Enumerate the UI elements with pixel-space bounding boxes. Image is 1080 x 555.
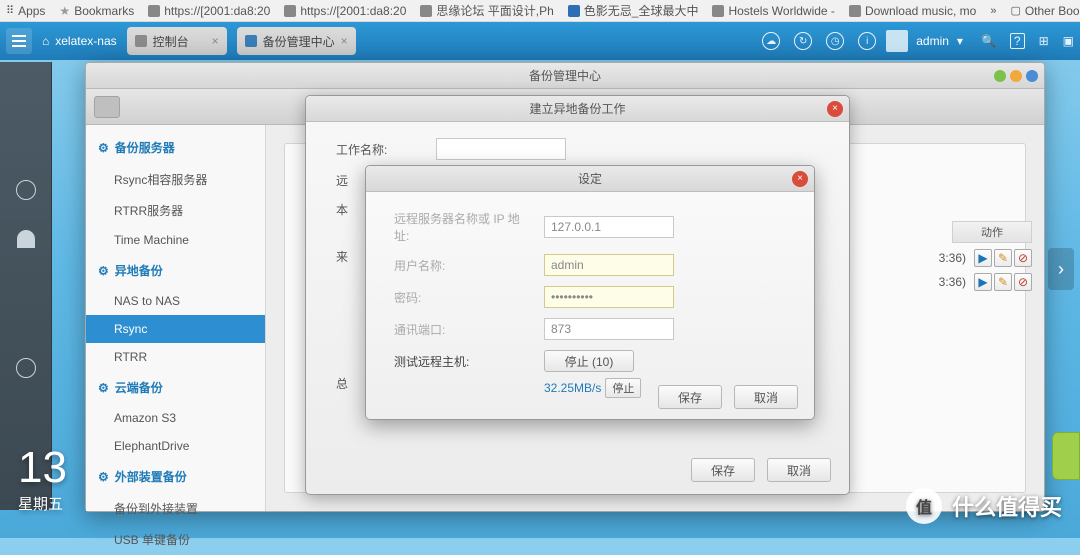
row-time: 3:36) [939,251,966,265]
settings-dialog: 设定 × 远程服务器名称或 IP 地址: 用户名称: 密码: 通讯端口: 测试远… [365,165,815,420]
apps-button[interactable]: ⠿ Apps [6,4,45,18]
edit-button[interactable]: ✎ [994,273,1012,291]
user-menu[interactable]: admin▾ [886,30,963,52]
stop-test-button[interactable]: 停止 (10) [544,350,634,372]
password-label: 密码: [394,289,534,306]
avatar [886,30,908,52]
dock-user-icon[interactable] [17,230,35,248]
help-icon[interactable]: ? [1010,33,1025,49]
sidebar-item-time-machine[interactable]: Time Machine [86,226,265,254]
close-icon[interactable]: × [341,34,348,48]
sidebar-group-external[interactable]: ⚙外部装置备份 [86,460,265,493]
close-icon[interactable]: × [212,34,219,48]
hostname[interactable]: ⌂ xelatex-nas [42,34,117,48]
browser-bookmark-bar: ⠿ Apps ★Bookmarks https://[2001:da8:20 h… [0,0,1080,22]
toolbar-icon[interactable] [94,96,120,118]
job-name-input[interactable] [436,138,566,160]
dialog-title: 建立异地备份工作 [529,100,625,117]
dialog-title: 设定 [578,170,602,187]
sidebar-group-cloud[interactable]: ⚙云端备份 [86,371,265,404]
delete-button[interactable]: ⊘ [1014,273,1032,291]
dock-dashboard-icon[interactable] [16,180,36,200]
window-title: 备份管理中心 [529,67,601,84]
close-icon[interactable]: × [827,101,843,117]
taskbar-tab-control-panel[interactable]: 控制台× [127,27,227,55]
next-desktop-arrow[interactable]: › [1048,248,1074,290]
table-row: 3:36) ▶ ✎ ⊘ [939,249,1032,267]
close-button[interactable] [1026,70,1038,82]
table-row: 3:36) ▶ ✎ ⊘ [939,273,1032,291]
nas-top-bar: ⌂ xelatex-nas 控制台× 备份管理中心× ☁ ↻ ◷ i admin… [0,22,1080,60]
username-input[interactable] [544,254,674,276]
sidebar-item-usb-onetouch[interactable]: USB 单键备份 [86,524,265,555]
watermark-text: 什么值得买 [952,490,1062,522]
desktop-clock: 13 星期五 [18,443,67,514]
cancel-button[interactable]: 取消 [734,385,798,409]
save-button[interactable]: 保存 [691,458,755,482]
dialog-title-bar[interactable]: 建立异地备份工作 × [306,96,849,122]
watermark-icon: 值 [906,488,942,524]
sidebar: ⚙备份服务器 Rsync相容服务器 RTRR服务器 Time Machine ⚙… [86,125,266,511]
bookmark-overflow[interactable]: » [990,5,996,17]
minimize-button[interactable] [994,70,1006,82]
edit-button[interactable]: ✎ [994,249,1012,267]
clock-day: 星期五 [18,493,67,514]
dialog-title-bar[interactable]: 设定 × [366,166,814,192]
username-label: 用户名称: [394,257,534,274]
taskbar-tab-backup[interactable]: 备份管理中心× [237,27,356,55]
play-button[interactable]: ▶ [974,249,992,267]
row-time: 3:36) [939,275,966,289]
bookmark-item[interactable]: Hostels Worldwide - [712,4,834,18]
sidebar-group-remote[interactable]: ⚙异地备份 [86,254,265,287]
bookmark-item[interactable]: 思缘论坛 平面设计,Ph [420,2,553,19]
dashboard-icon[interactable]: ◷ [826,32,844,50]
main-menu-button[interactable] [6,28,32,54]
port-label: 通讯端口: [394,321,534,338]
sidebar-group-backup-server[interactable]: ⚙备份服务器 [86,131,265,164]
sidebar-item-nas-to-nas[interactable]: NAS to NAS [86,287,265,315]
cloud-icon[interactable]: ☁ [762,32,780,50]
refresh-icon[interactable]: ↻ [794,32,812,50]
bookmarks-button[interactable]: ★Bookmarks [59,4,134,18]
cancel-button[interactable]: 取消 [767,458,831,482]
close-icon[interactable]: × [792,171,808,187]
bookmark-item[interactable]: 色影无忌_全球最大中 [568,2,699,19]
search-icon[interactable]: 🔍 [981,34,996,48]
window-title-bar[interactable]: 备份管理中心 [86,63,1044,89]
sidebar-item-rsync[interactable]: Rsync [86,315,265,343]
delete-button[interactable]: ⊘ [1014,249,1032,267]
sidebar-item-rsync-server[interactable]: Rsync相容服务器 [86,164,265,195]
bookmark-item[interactable]: Download music, mo [849,4,976,18]
play-button[interactable]: ▶ [974,273,992,291]
actions-header: 动作 [952,221,1032,243]
sidebar-item-s3[interactable]: Amazon S3 [86,404,265,432]
grid-icon[interactable]: ⊞ [1039,34,1049,48]
bookmark-item[interactable]: https://[2001:da8:20 [148,4,270,18]
bookmark-item[interactable]: https://[2001:da8:20 [284,4,406,18]
clock-time: 13 [18,443,67,493]
sidebar-item-rtrr-server[interactable]: RTRR服务器 [86,195,265,226]
maximize-button[interactable] [1010,70,1022,82]
remote-host-label: 远程服务器名称或 IP 地址: [394,210,534,244]
info-icon[interactable]: i [858,32,876,50]
mini-stop-button[interactable]: 停止 [605,378,641,398]
panel-icon[interactable]: ▣ [1063,34,1074,48]
sidebar-item-elephantdrive[interactable]: ElephantDrive [86,432,265,460]
sidebar-item-rtrr[interactable]: RTRR [86,343,265,371]
test-host-label: 测试远程主机: [394,353,534,370]
watermark: 值 什么值得买 [906,488,1062,524]
remote-host-input[interactable] [544,216,674,238]
save-button[interactable]: 保存 [658,385,722,409]
side-widget[interactable] [1052,432,1080,480]
other-bookmarks[interactable]: ▢ Other Bookmarks [1010,4,1080,18]
job-name-label: 工作名称: [336,141,426,158]
password-input[interactable] [544,286,674,308]
dock-globe-icon[interactable] [16,358,36,378]
sidebar-item-external-backup[interactable]: 备份到外接装置 [86,493,265,524]
port-input[interactable] [544,318,674,340]
